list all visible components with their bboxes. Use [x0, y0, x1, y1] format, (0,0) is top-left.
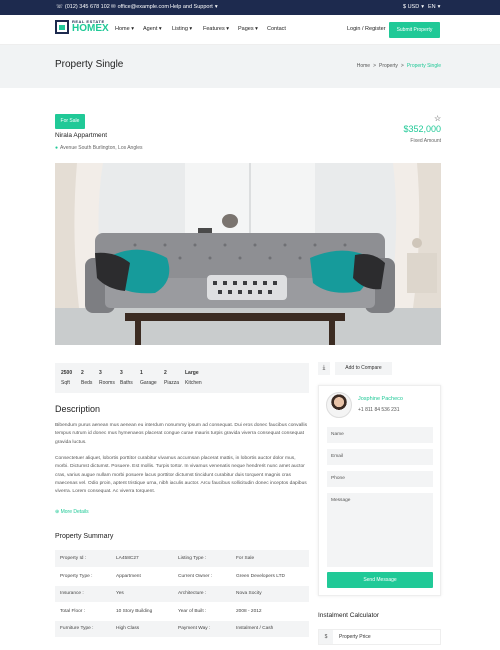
map-pin-icon: ● [55, 145, 59, 151]
property-price-placeholder: Property Price [339, 634, 371, 640]
message-field[interactable]: Message [327, 493, 433, 567]
nav-features[interactable]: Features ▾ [203, 26, 229, 32]
description-paragraph-1: Bibendum purus aenean mus aenean eu inte… [55, 423, 308, 445]
stat-rooms: 3 Rooms [99, 370, 115, 386]
mail-icon: ✉ [111, 4, 116, 10]
main-navbar: REAL ESTATE HOMEX Home ▾ Agent ▾ Listing… [0, 15, 500, 45]
dollar-icon: $ [319, 630, 333, 644]
page-header: Property Single Home > Property > Proper… [0, 45, 500, 88]
login-register-link[interactable]: Login / Register [347, 26, 386, 32]
currency-label[interactable]: $ USD [403, 4, 419, 10]
send-message-button[interactable]: Send Message [327, 572, 433, 588]
table-row: Property Type : Appartment Current Owner … [55, 567, 309, 586]
site-logo[interactable]: REAL ESTATE HOMEX [55, 20, 109, 34]
house-logo-icon [55, 20, 69, 34]
help-label[interactable]: Help and Support [170, 4, 213, 10]
table-row: Property Id : LA458C27 Listing Type : For … [55, 550, 309, 568]
stat-piazza: 2 Piazza [164, 370, 180, 386]
email-field[interactable]: Email [327, 449, 433, 465]
property-price: $352,000 [403, 124, 441, 134]
nav-home[interactable]: Home ▾ [115, 26, 134, 32]
stat-sqft: 2500 Sqft [61, 370, 73, 386]
property-stats: 2500 Sqft 2 Beds 3 Rooms 3 Baths 1 Garage 2 Pi… [55, 363, 309, 393]
currency-dropdown[interactable]: $ USD ▾ [403, 4, 424, 10]
submit-property-button[interactable]: Submit Property [389, 22, 440, 38]
nav-agent[interactable]: Agent ▾ [143, 26, 162, 32]
stat-kitchen: Large Kitchen [185, 370, 202, 386]
stat-beds: 2 Beds [81, 370, 93, 386]
breadcrumb-separator: > [373, 63, 376, 69]
calculator-heading: Instalment Calculator [318, 612, 380, 619]
avatar [326, 392, 352, 418]
chevron-down-icon: ▾ [421, 4, 424, 10]
summary-table: Property Id : LA458C27 Listing Type : For … [55, 550, 309, 638]
nav-listing[interactable]: Listing ▾ [172, 26, 192, 32]
description-paragraph-2: Consectetuer aliquet, lobortis porttitor… [55, 456, 307, 495]
stat-baths: 3 Baths [120, 370, 133, 386]
living-room-image [55, 163, 441, 345]
property-price-input[interactable]: $ Property Price [318, 629, 441, 645]
agent-phone: +1 811 84 536 231 [358, 407, 400, 413]
price-label: Fixed Amount [410, 138, 441, 144]
agent-name[interactable]: Josphine Pacheco [358, 396, 403, 402]
status-badge: For Sale [55, 114, 85, 129]
address-text: Avenue South Burlington, Los Angles [60, 145, 143, 151]
table-row: Furniture Type : High Class Payment Way :… [55, 620, 309, 638]
property-title: Nirala Appartment [55, 132, 108, 139]
phone-field[interactable]: Phone [327, 471, 433, 487]
stat-garage: 1 Garage [140, 370, 157, 386]
add-to-compare-button[interactable]: Add to Compare [335, 362, 392, 375]
language-label[interactable]: EN [428, 4, 436, 10]
breadcrumb: Home > Property > Property Single [357, 63, 441, 69]
top-bar: ☏ (012) 345 678 102 ✉ office@example.com… [0, 0, 500, 15]
table-row: Insurance : Yes Architecture : Nova Socity [55, 585, 309, 603]
breadcrumb-home[interactable]: Home [357, 63, 370, 69]
summary-heading: Property Summary [55, 533, 114, 540]
chevron-down-icon: ▾ [437, 4, 441, 10]
email-info[interactable]: ✉ office@example.com [111, 4, 169, 10]
language-dropdown[interactable]: EN ▾ [428, 4, 440, 10]
more-details-link[interactable]: ⊕ More Details [55, 509, 89, 515]
description-heading: Description [55, 404, 101, 414]
help-dropdown[interactable]: Help and Support ▾ [170, 4, 218, 10]
email-text[interactable]: office@example.com [118, 4, 169, 10]
logo-name: HOMEX [72, 23, 109, 34]
property-address: ● Avenue South Burlington, Los Angles [55, 145, 143, 151]
phone-info: ☏ (012) 345 678 102 [56, 4, 110, 10]
property-photo[interactable] [55, 163, 441, 345]
nav-contact[interactable]: Contact [267, 26, 286, 32]
phone-icon: ☏ [56, 4, 63, 10]
breadcrumb-separator: > [400, 63, 404, 69]
chevron-down-icon: ▾ [214, 4, 218, 10]
breadcrumb-property[interactable]: Property [379, 63, 398, 69]
phone-text: (012) 345 678 102 [64, 4, 110, 10]
download-icon[interactable]: ⤓ [318, 362, 330, 375]
page-title: Property Single [55, 59, 124, 70]
nav-pages[interactable]: Pages ▾ [238, 26, 258, 32]
table-row: Total Floor :10 Story Building Year of B… [55, 602, 309, 621]
name-field[interactable]: Name [327, 427, 433, 443]
breadcrumb-current: Property Single [406, 63, 441, 69]
favorite-star-icon[interactable]: ☆ [434, 114, 441, 123]
